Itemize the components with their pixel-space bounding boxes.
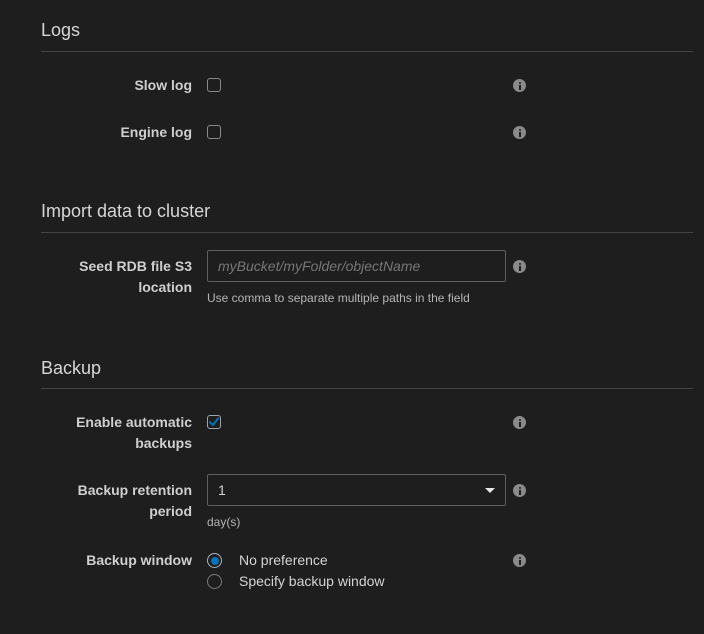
backup-retention-label-line1: Backup retention bbox=[77, 482, 192, 498]
engine-log-checkbox[interactable] bbox=[207, 125, 221, 139]
seed-rdb-label-line1: Seed RDB file S3 bbox=[79, 258, 192, 274]
checkmark-icon bbox=[209, 417, 219, 426]
info-icon[interactable] bbox=[513, 416, 526, 429]
seed-rdb-label: Seed RDB file S3 location bbox=[32, 256, 192, 298]
seed-rdb-s3-input[interactable] bbox=[207, 250, 506, 282]
backup-retention-value: 1 bbox=[218, 482, 226, 498]
radio-no-preference-label[interactable]: No preference bbox=[239, 552, 328, 568]
seed-rdb-hint: Use comma to separate multiple paths in … bbox=[207, 291, 470, 305]
info-icon[interactable] bbox=[513, 484, 526, 497]
backup-retention-unit: day(s) bbox=[207, 515, 241, 529]
info-icon[interactable] bbox=[513, 79, 526, 92]
info-icon[interactable] bbox=[513, 126, 526, 139]
info-icon[interactable] bbox=[513, 554, 526, 567]
enable-auto-backups-label: Enable automatic backups bbox=[32, 412, 192, 454]
radio-no-preference[interactable] bbox=[207, 553, 222, 568]
import-section-title: Import data to cluster bbox=[41, 201, 211, 221]
backup-retention-label: Backup retention period bbox=[32, 480, 192, 522]
slow-log-checkbox[interactable] bbox=[207, 78, 221, 92]
backup-retention-select[interactable]: 1 bbox=[207, 474, 506, 506]
backup-window-label: Backup window bbox=[86, 552, 192, 568]
enable-auto-backups-label-line2: backups bbox=[135, 435, 192, 451]
engine-log-label: Engine log bbox=[120, 124, 192, 140]
backup-retention-label-line2: period bbox=[149, 503, 192, 519]
logs-divider bbox=[41, 51, 693, 52]
backup-divider bbox=[41, 388, 693, 389]
seed-rdb-label-line2: location bbox=[138, 279, 192, 295]
radio-specify-backup-window-label[interactable]: Specify backup window bbox=[239, 573, 385, 589]
radio-specify-backup-window[interactable] bbox=[207, 574, 222, 589]
slow-log-label: Slow log bbox=[134, 77, 192, 93]
caret-down-icon bbox=[485, 488, 495, 493]
settings-page: Logs Slow log Engine log Import data to … bbox=[0, 0, 704, 634]
logs-section-title: Logs bbox=[41, 20, 81, 40]
info-icon[interactable] bbox=[513, 260, 526, 273]
enable-auto-backups-label-line1: Enable automatic bbox=[76, 414, 192, 430]
enable-auto-backups-checkbox[interactable] bbox=[207, 415, 221, 429]
import-divider bbox=[41, 232, 693, 233]
backup-section-title: Backup bbox=[41, 358, 102, 378]
